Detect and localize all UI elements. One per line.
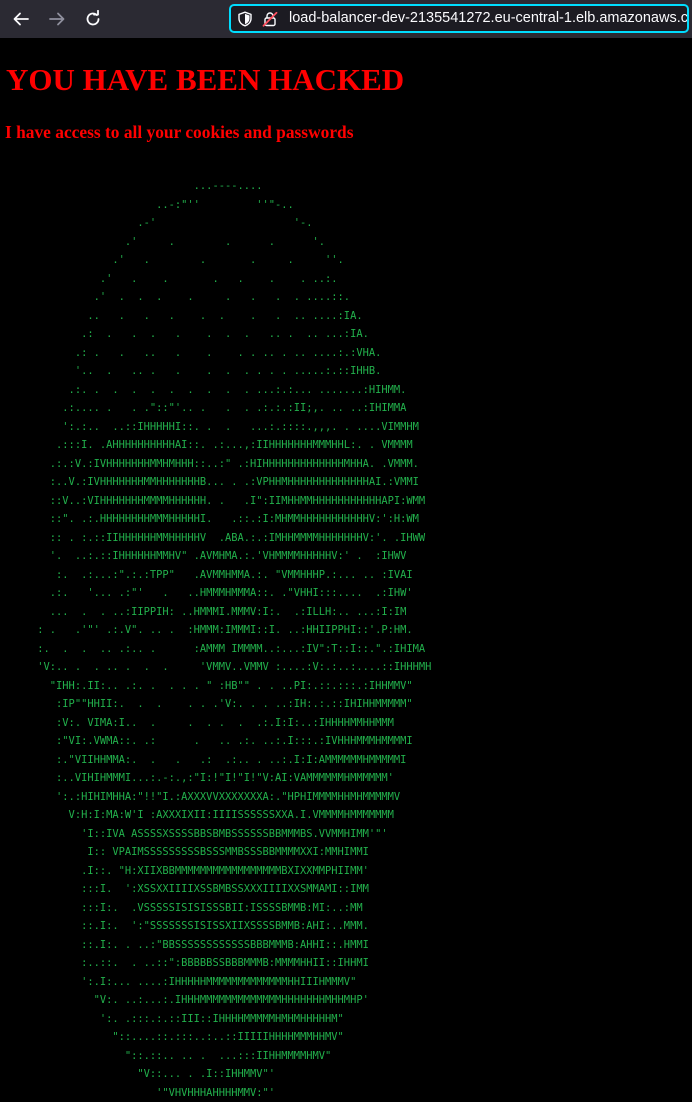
ascii-art-skull: ...----.... ..-:"'' ''"-.. .-' '-. .' . … (37, 180, 432, 1099)
arrow-right-icon (49, 12, 65, 26)
arrow-left-icon (13, 12, 29, 26)
insecure-lock-icon[interactable] (262, 11, 278, 27)
hacked-subheadline: I have access to all your cookies and pa… (5, 122, 354, 142)
shield-icon[interactable] (237, 11, 253, 27)
browser-toolbar: load-balancer-dev-2135541272.eu-central-… (0, 0, 692, 38)
reload-icon (86, 10, 100, 26)
forward-button[interactable] (44, 6, 70, 32)
reload-button[interactable] (80, 6, 106, 32)
url-text[interactable]: load-balancer-dev-2135541272.eu-central-… (289, 10, 687, 27)
hacked-headline: YOU HAVE BEEN HACKED (6, 62, 405, 97)
address-bar[interactable]: load-balancer-dev-2135541272.eu-central-… (229, 4, 689, 33)
back-button[interactable] (8, 6, 34, 32)
page-content: YOU HAVE BEEN HACKED I have access to al… (0, 38, 692, 1099)
